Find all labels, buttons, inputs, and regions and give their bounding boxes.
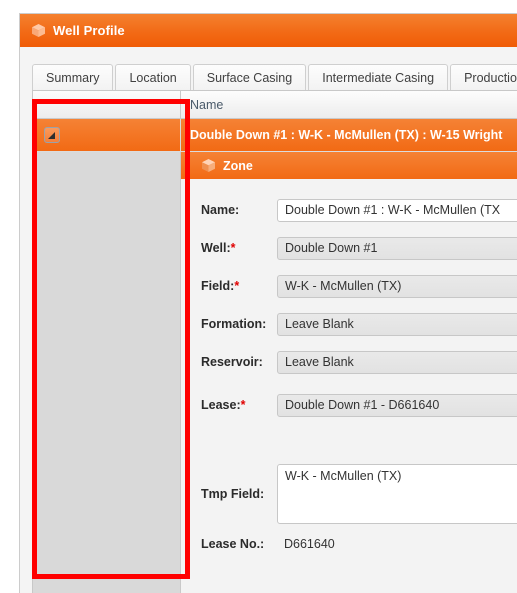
label-reservoir: Reservoir: — [181, 355, 277, 369]
form-row-name: Name: Double Down #1 : W-K - McMullen (T… — [181, 191, 517, 229]
collapse-triangle-icon[interactable] — [44, 127, 60, 143]
tab-production-casing[interactable]: Production Casing — [450, 64, 517, 91]
tmp-field-textarea[interactable]: W-K - McMullen (TX) — [277, 464, 517, 524]
screenshot-root: Well Profile Summary Location Surface Ca… — [0, 0, 517, 593]
reservoir-input[interactable]: Leave Blank — [277, 350, 517, 374]
field-lease-no-control: D661640 — [277, 537, 517, 551]
detail-panel: Zone Name: Double Down #1 : W-K - McMull… — [181, 152, 517, 593]
tab-intermediate-casing[interactable]: Intermediate Casing — [308, 64, 449, 91]
zone-form: Name: Double Down #1 : W-K - McMullen (T… — [181, 179, 517, 559]
label-well-text: Well: — [201, 241, 231, 255]
tab-strip: Summary Location Surface Casing Intermed… — [32, 62, 517, 91]
lease-input[interactable]: Double Down #1 - D661640 — [277, 393, 517, 417]
well-profile-window: Well Profile Summary Location Surface Ca… — [19, 13, 517, 593]
table-row[interactable]: Double Down #1 : W-K - McMullen (TX) : W… — [33, 119, 517, 152]
label-lease-no: Lease No.: — [181, 537, 277, 551]
label-formation-text: Formation: — [201, 317, 267, 331]
required-asterisk: * — [234, 279, 240, 293]
required-asterisk: * — [240, 398, 246, 412]
grid-detail-row: Zone Name: Double Down #1 : W-K - McMull… — [33, 152, 517, 593]
label-name-text: Name: — [201, 203, 240, 217]
tab-location[interactable]: Location — [115, 64, 191, 91]
record-name-cell[interactable]: Double Down #1 : W-K - McMullen (TX) : W… — [181, 119, 517, 152]
field-tmp-control: W-K - McMullen (TX) — [277, 464, 517, 524]
well-input[interactable]: Double Down #1 — [277, 236, 517, 260]
form-row-well: Well:* Double Down #1 — [181, 229, 517, 267]
label-reservoir-text: Reservoir: — [201, 355, 263, 369]
window-titlebar: Well Profile — [20, 14, 517, 47]
required-asterisk: * — [230, 241, 236, 255]
form-row-field: Field:* W-K - McMullen (TX) — [181, 267, 517, 305]
name-input[interactable]: Double Down #1 : W-K - McMullen (TX — [277, 198, 517, 222]
label-lease-no-text: Lease No.: — [201, 537, 265, 551]
tab-surface-casing[interactable]: Surface Casing — [192, 64, 307, 91]
label-name: Name: — [181, 203, 277, 217]
cube-icon — [201, 158, 216, 173]
form-row-tmp-field: Tmp Field: W-K - McMullen (TX) — [181, 459, 517, 529]
label-field: Field:* — [181, 279, 277, 293]
field-field-control: W-K - McMullen (TX) — [277, 274, 517, 298]
tab-summary[interactable]: Summary — [32, 64, 114, 91]
row-selector-column-body — [33, 152, 181, 593]
row-selector-cell[interactable] — [33, 119, 181, 152]
field-input[interactable]: W-K - McMullen (TX) — [277, 274, 517, 298]
window-title: Well Profile — [53, 23, 125, 38]
field-well-control: Double Down #1 — [277, 236, 517, 260]
row-selector-column-header — [33, 91, 181, 119]
grid-header-row: Name — [33, 91, 517, 119]
label-lease: Lease:* — [181, 398, 277, 412]
field-lease-control: Double Down #1 - D661640 — [277, 393, 517, 417]
label-tmp-field-text: Tmp Field: — [201, 487, 265, 501]
field-name-control: Double Down #1 : W-K - McMullen (TX — [277, 198, 517, 222]
field-formation-control: Leave Blank — [277, 312, 517, 336]
form-row-formation: Formation: Leave Blank — [181, 305, 517, 343]
records-grid: Name Double Down #1 : W-K - McMullen (TX… — [32, 90, 517, 593]
form-spacer — [181, 429, 517, 459]
zone-section-title: Zone — [223, 158, 253, 173]
field-reservoir-control: Leave Blank — [277, 350, 517, 374]
zone-section-header: Zone — [181, 152, 517, 179]
label-tmp-field: Tmp Field: — [181, 487, 277, 501]
label-formation: Formation: — [181, 317, 277, 331]
form-row-lease: Lease:* Double Down #1 - D661640 — [181, 381, 517, 429]
formation-input[interactable]: Leave Blank — [277, 312, 517, 336]
column-header-name[interactable]: Name — [181, 91, 517, 119]
label-lease-text: Lease: — [201, 398, 241, 412]
label-field-text: Field: — [201, 279, 235, 293]
lease-no-value: D661640 — [284, 537, 335, 551]
form-row-lease-no: Lease No.: D661640 — [181, 529, 517, 559]
label-well: Well:* — [181, 241, 277, 255]
form-row-reservoir: Reservoir: Leave Blank — [181, 343, 517, 381]
cube-icon — [31, 23, 46, 38]
